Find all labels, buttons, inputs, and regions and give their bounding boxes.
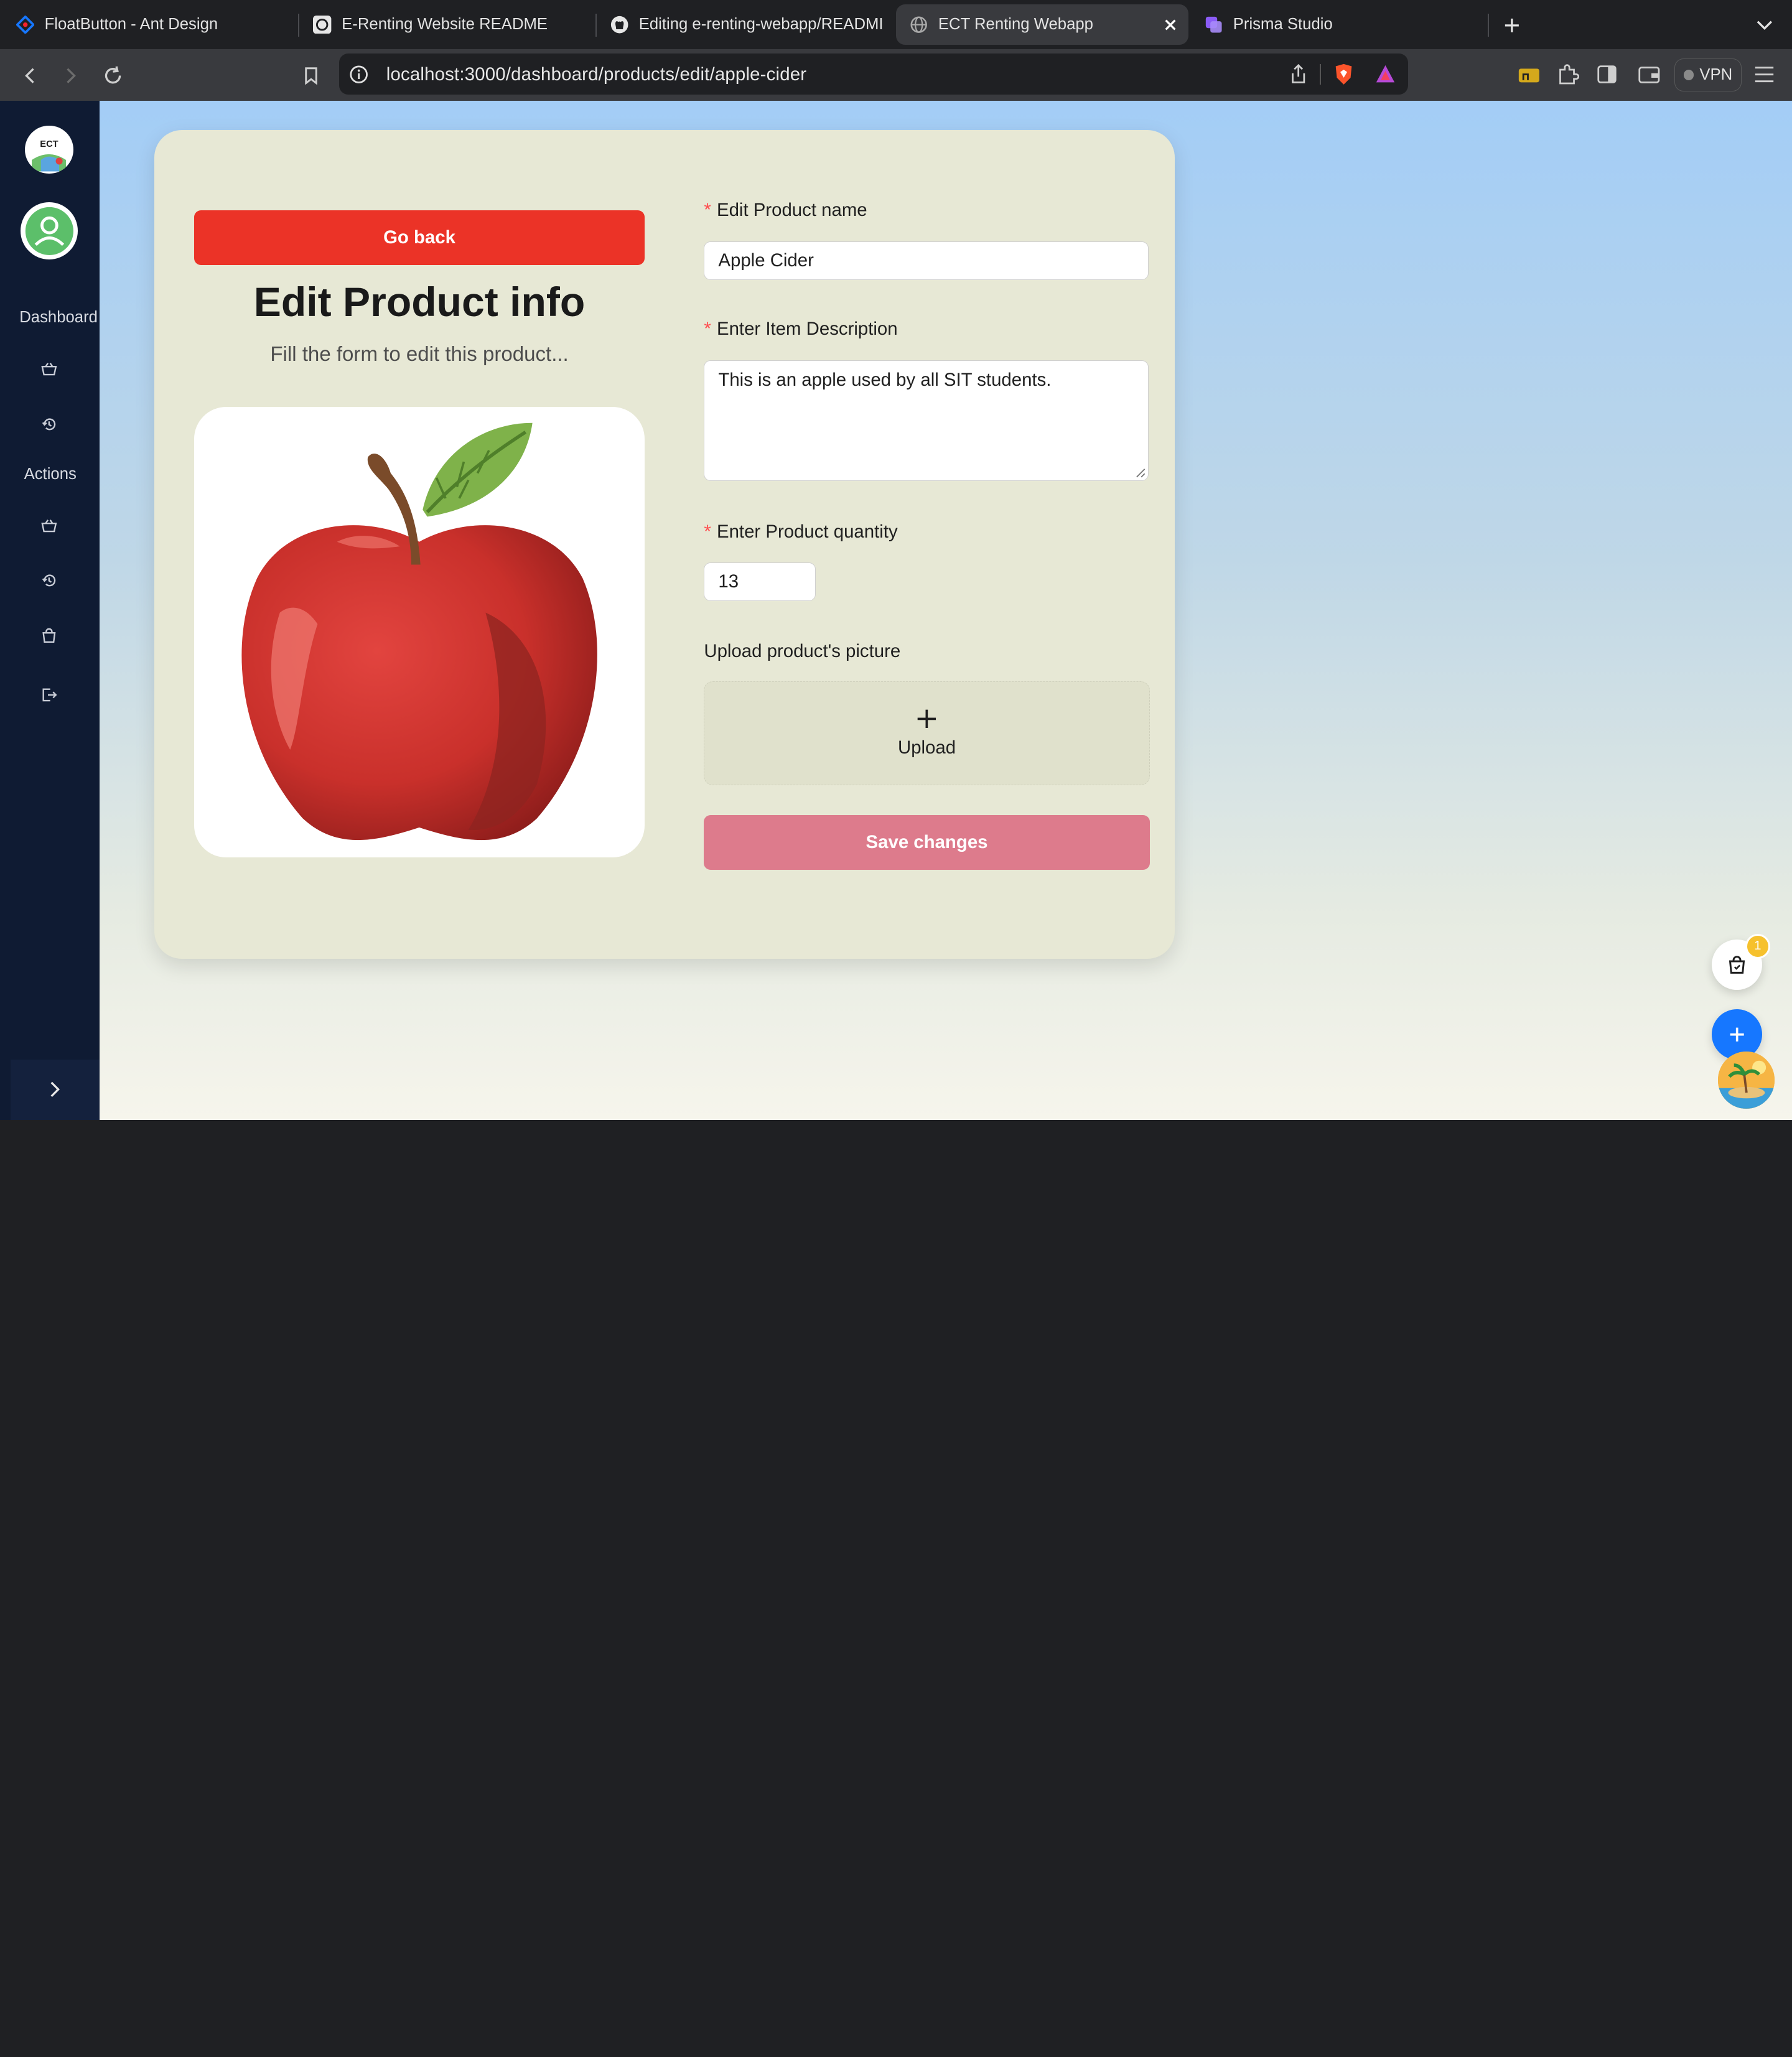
basket-icon[interactable] — [41, 361, 57, 377]
menu-icon[interactable] — [1754, 65, 1775, 83]
main-content: Go back Edit Product info Fill the form … — [99, 100, 1792, 1120]
chevron-right-icon — [50, 1082, 60, 1098]
quantity-label: * Enter Product quantity — [704, 521, 897, 543]
save-changes-button[interactable]: Save changes — [704, 814, 1150, 870]
edit-product-card: Go back Edit Product info Fill the form … — [154, 130, 1175, 959]
brave-rewards-icon[interactable] — [1375, 64, 1396, 83]
vpn-label: VPN — [1699, 65, 1733, 83]
arrow-back-icon — [24, 68, 34, 83]
go-back-button[interactable]: Go back — [194, 210, 645, 266]
shopping-bag-icon — [1729, 955, 1745, 974]
share-icon[interactable] — [1289, 63, 1307, 85]
tab-readme[interactable]: E-Renting Website README — [313, 4, 587, 44]
required-mark: * — [704, 521, 711, 542]
basket-icon[interactable] — [41, 518, 57, 534]
upload-section-label: Upload product's picture — [704, 641, 901, 662]
plus-icon — [1505, 18, 1519, 32]
plus-icon — [917, 710, 936, 729]
extensions-icon[interactable] — [1557, 63, 1580, 86]
arrow-forward-icon — [67, 68, 76, 83]
tab-list-button[interactable] — [1752, 12, 1777, 37]
product-name-label-text: Edit Product name — [716, 200, 867, 221]
page-subtitle: Fill the form to edit this product... — [270, 343, 569, 366]
user-icon — [25, 207, 73, 255]
forward-button[interactable] — [57, 62, 85, 89]
tab-prisma[interactable]: Prisma Studio — [1205, 4, 1467, 44]
sidebar-section-actions: Actions — [24, 465, 77, 483]
globe-icon — [910, 16, 927, 33]
logo[interactable]: ECT — [25, 126, 73, 174]
tab-github[interactable]: Editing e-renting-webapp/READMI — [610, 4, 882, 44]
tab-ect-renting[interactable]: ECT Renting Webapp — [895, 4, 1189, 45]
ect-logo-icon — [26, 126, 72, 173]
tab-title: ECT Renting Webapp — [938, 15, 1093, 33]
product-name-label: * Edit Product name — [704, 200, 867, 221]
wallet-icon[interactable] — [1638, 64, 1661, 85]
url-divider — [1320, 63, 1322, 85]
product-image — [194, 406, 645, 857]
quantity-input[interactable]: 13 — [704, 562, 816, 602]
url-text[interactable]: localhost:3000/dashboard/products/edit/a… — [386, 64, 806, 85]
upload-label: Upload — [897, 737, 956, 758]
close-icon[interactable] — [1164, 18, 1177, 32]
brave-shields-icon[interactable] — [1333, 63, 1354, 86]
tab-title: E-Renting Website README — [342, 15, 548, 33]
sidebar-section-dashboard: Dashboard — [19, 308, 98, 326]
bookmark-icon — [304, 67, 317, 85]
chatgpt-icon — [313, 15, 332, 34]
tab-divider — [298, 14, 300, 37]
github-icon — [610, 16, 628, 34]
address-bar[interactable]: localhost:3000/dashboard/products/edit/a… — [339, 54, 1408, 95]
sidebar-toggle-icon[interactable] — [1597, 64, 1617, 85]
description-value: This is an apple used by all SIT student… — [718, 370, 1052, 391]
assistant-avatar[interactable] — [1717, 1051, 1775, 1109]
back-button[interactable] — [16, 62, 44, 89]
prisma-icon — [1205, 16, 1222, 33]
description-label: * Enter Item Description — [704, 319, 897, 340]
new-tab-button[interactable] — [1500, 12, 1524, 37]
ant-design-icon — [16, 15, 35, 34]
add-float-button[interactable] — [1712, 1009, 1763, 1060]
tab-floatbutton[interactable]: FloatButton - Ant Design — [16, 4, 291, 44]
tab-bar: FloatButton - Ant Design E-Renting Websi… — [0, 0, 1792, 49]
reload-button[interactable] — [100, 62, 127, 89]
description-label-text: Enter Item Description — [716, 319, 898, 340]
product-name-value: Apple Cider — [718, 250, 814, 271]
quantity-value: 13 — [718, 571, 739, 592]
reload-icon — [105, 66, 121, 83]
required-mark: * — [704, 319, 711, 340]
browser-window: FloatButton - Ant Design E-Renting Websi… — [0, 0, 1792, 2057]
bookmark-button[interactable] — [297, 62, 325, 89]
history-icon[interactable] — [41, 416, 57, 432]
tab-divider — [1488, 14, 1490, 37]
vpn-button[interactable]: VPN — [1674, 58, 1742, 91]
resize-handle-icon[interactable] — [1136, 468, 1146, 478]
vpn-status-dot — [1683, 70, 1694, 80]
wallet-extension-icon[interactable] — [1518, 64, 1541, 87]
tab-title: Prisma Studio — [1233, 15, 1333, 33]
island-avatar-icon — [1717, 1051, 1775, 1109]
tab-divider — [595, 14, 597, 37]
page-title: Edit Product info — [253, 279, 586, 326]
avatar[interactable] — [21, 202, 78, 259]
shopping-bag-icon[interactable] — [41, 627, 57, 643]
history-icon[interactable] — [41, 572, 57, 589]
plus-icon — [1730, 1027, 1744, 1042]
logout-icon[interactable] — [41, 687, 57, 703]
description-textarea[interactable]: This is an apple used by all SIT student… — [704, 360, 1149, 482]
apple-illustration — [241, 422, 598, 840]
sidebar-collapse-button[interactable] — [10, 1059, 100, 1120]
tab-title: FloatButton - Ant Design — [44, 15, 218, 33]
site-info-icon[interactable] — [350, 65, 368, 83]
cart-badge: 1 — [1745, 933, 1771, 959]
logo-text: ECT — [40, 139, 58, 150]
sidebar: ECT Dashboard Actions — [0, 100, 100, 1120]
tab-title: Editing e-renting-webapp/READMI — [638, 15, 882, 33]
product-name-input[interactable]: Apple Cider — [704, 241, 1149, 280]
quantity-label-text: Enter Product quantity — [716, 521, 898, 542]
upload-dropzone[interactable]: Upload — [704, 681, 1150, 785]
required-mark: * — [704, 200, 711, 221]
chevron-down-icon — [1757, 21, 1773, 30]
